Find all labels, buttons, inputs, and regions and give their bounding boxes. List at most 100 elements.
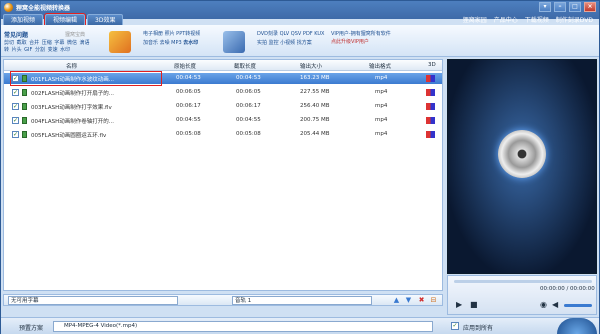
row-name: 001FLASH动画制作水波纹动画... <box>31 77 114 83</box>
row-format: mp4 <box>375 131 388 137</box>
minimize-icon[interactable]: – <box>554 2 566 12</box>
ppt-icon[interactable] <box>109 31 131 53</box>
volume-icon[interactable]: ◀ <box>552 300 558 309</box>
row-cut: 00:06:05 <box>236 89 261 95</box>
video-file-icon <box>22 89 27 96</box>
video-preview <box>447 59 597 274</box>
row-orig: 00:04:53 <box>176 75 201 81</box>
row-size: 227.55 MB <box>300 89 330 95</box>
3d-icon[interactable] <box>426 131 435 138</box>
convert-button[interactable] <box>557 318 597 334</box>
row-name: 002FLASH动画制作打开扇子的... <box>31 91 114 97</box>
col-orig-length[interactable]: 原始长度 <box>174 62 196 70</box>
row-checkbox[interactable]: ✓ <box>12 131 19 138</box>
row-orig: 00:06:17 <box>176 103 201 109</box>
group3-line1[interactable]: DVD刻录 QLV QSV PDF KUX <box>257 31 324 38</box>
row-checkbox[interactable]: ✓ <box>12 75 19 82</box>
table-row[interactable]: ✓ 003FLASH动画制作打字效果.flv 00:06:17 00:06:17… <box>4 101 442 112</box>
row-size: 205.44 MB <box>300 131 330 137</box>
seek-bar[interactable] <box>454 280 592 283</box>
audio-track-select[interactable]: 音轨 1 <box>232 296 372 305</box>
table-row[interactable]: ✓ 001FLASH动画制作水波纹动画... 00:04:53 00:04:53… <box>4 71 442 86</box>
subtitle-select[interactable]: 无可用字幕 <box>8 296 178 305</box>
table-row[interactable]: ✓ 005FLASH动画圆圈运五环.flv 00:05:08 00:05:08 … <box>4 129 442 140</box>
3d-icon[interactable] <box>426 89 435 96</box>
play-icon[interactable]: ▶ <box>456 300 462 309</box>
maximize-icon[interactable]: □ <box>569 2 581 12</box>
vip-upgrade-link[interactable]: 点此升级VIP用户 <box>331 38 391 46</box>
tool-band: 常见问题 狸窝宝典 剪切 截取 合并 压缩 字幕 微信 滴语 转 片头 GIF … <box>1 25 599 57</box>
row-checkbox[interactable]: ✓ <box>12 103 19 110</box>
tab-add-video[interactable]: 添加视频 <box>3 14 44 25</box>
file-list-panel: 名称 原始长度 截取长度 输出大小 输出格式 3D ✓ 001FLASH动画制作… <box>3 59 443 291</box>
watermark-link[interactable]: 去水印 <box>183 40 198 46</box>
link-download[interactable]: 下载视频 <box>525 15 549 24</box>
row-format: mp4 <box>375 103 388 109</box>
tab-video-edit[interactable]: 视频编辑 <box>44 13 87 26</box>
3d-icon[interactable] <box>426 117 435 124</box>
video-file-icon <box>22 131 27 138</box>
row-size: 163.23 MB <box>300 75 330 81</box>
move-down-icon[interactable]: ▼ <box>404 296 413 305</box>
stop-icon[interactable]: ■ <box>470 300 478 309</box>
row-cut: 00:04:53 <box>236 75 261 81</box>
row-cut: 00:04:55 <box>236 117 261 123</box>
row-format: mp4 <box>375 117 388 123</box>
row-orig: 00:06:05 <box>176 89 201 95</box>
faq-title[interactable]: 常见问题 <box>4 30 28 39</box>
window-controls: ▾ – □ × <box>539 2 596 12</box>
player-controls: 00:00:00 / 00:00:00 ▶ ■ ◉ ◀ <box>447 275 597 315</box>
app-logo-icon <box>4 3 13 12</box>
3d-icon[interactable] <box>426 103 435 110</box>
table-row[interactable]: ✓ 002FLASH动画制作打开扇子的... 00:06:05 00:06:05… <box>4 87 442 98</box>
preset-select[interactable]: MP4-MPEG-4 Video(*.mp4) <box>53 321 433 332</box>
top-links: 狸窝家园 产品中心 下载视频 制作刻录DVD <box>463 15 593 24</box>
col-output-format[interactable]: 输出格式 <box>369 62 391 70</box>
row-cut: 00:05:08 <box>236 131 261 137</box>
move-up-icon[interactable]: ▲ <box>392 296 401 305</box>
col-name[interactable]: 名称 <box>66 62 77 70</box>
row-size: 256.40 MB <box>300 103 330 109</box>
app-window: 狸窝全能视频转换器 ▾ – □ × 添加视频 视频编辑 3D效果 狸窝家园 产品… <box>0 0 600 334</box>
group2-line2-text: 加音乐 去噪 MP3 <box>143 40 182 46</box>
3d-icon[interactable] <box>426 75 435 82</box>
row-orig: 00:05:08 <box>176 131 201 137</box>
menu-icon[interactable]: ▾ <box>539 2 551 12</box>
preset-label: 预置方案 <box>19 325 44 332</box>
table-row[interactable]: ✓ 004FLASH动画制作卷轴打开的... 00:04:55 00:04:55… <box>4 115 442 126</box>
col-cut-length[interactable]: 截取长度 <box>234 62 256 70</box>
row-size: 200.75 MB <box>300 117 330 123</box>
faq-subtitle[interactable]: 狸窝宝典 <box>65 31 85 38</box>
link-products[interactable]: 产品中心 <box>494 15 518 24</box>
group3-line2[interactable]: 实拍 监控 小视频 找方案 <box>257 40 312 47</box>
vip-box[interactable]: VIP用户-拥有狸窝所有软件 点此升级VIP用户 <box>331 30 391 46</box>
apply-all-label: 应用到所有 <box>463 325 494 332</box>
dvd-icon[interactable] <box>223 31 245 53</box>
row-format: mp4 <box>375 75 388 81</box>
quick-links[interactable]: 剪切 截取 合并 压缩 字幕 微信 滴语 转 片头 GIF 分割 变速 水印 <box>4 40 96 54</box>
group2-line1[interactable]: 电子相册 照片 PPT转视频 <box>143 31 200 38</box>
preset-bar: 预置方案 MP4-MPEG-4 Video(*.mp4) ✓ 应用到所有 <box>1 317 599 334</box>
tab-3d-effect[interactable]: 3D效果 <box>87 14 124 25</box>
video-file-icon <box>22 75 27 82</box>
apply-all-checkbox[interactable]: ✓ <box>451 322 459 330</box>
clear-list-icon[interactable]: ⊟ <box>429 296 438 305</box>
player-time: 00:00:00 / 00:00:00 <box>540 286 595 292</box>
col-3d[interactable]: 3D <box>428 62 436 68</box>
group2-line2[interactable]: 加音乐 去噪 MP3 去水印 <box>143 40 198 47</box>
row-checkbox[interactable]: ✓ <box>12 117 19 124</box>
video-file-icon <box>22 103 27 110</box>
video-file-icon <box>22 117 27 124</box>
col-output-size[interactable]: 输出大小 <box>300 62 322 70</box>
delete-icon[interactable]: ✖ <box>417 296 426 305</box>
table-header: 名称 原始长度 截取长度 输出大小 输出格式 3D <box>4 60 442 71</box>
list-toolbar: 无可用字幕 音轨 1 ▲ ▼ ✖ ⊟ <box>3 294 443 306</box>
row-orig: 00:04:55 <box>176 117 201 123</box>
close-icon[interactable]: × <box>584 2 596 12</box>
snapshot-icon[interactable]: ◉ <box>540 300 547 309</box>
volume-slider[interactable] <box>564 304 592 307</box>
link-home[interactable]: 狸窝家园 <box>463 15 487 24</box>
link-dvd[interactable]: 制作刻录DVD <box>556 15 593 24</box>
row-cut: 00:06:17 <box>236 103 261 109</box>
row-checkbox[interactable]: ✓ <box>12 89 19 96</box>
